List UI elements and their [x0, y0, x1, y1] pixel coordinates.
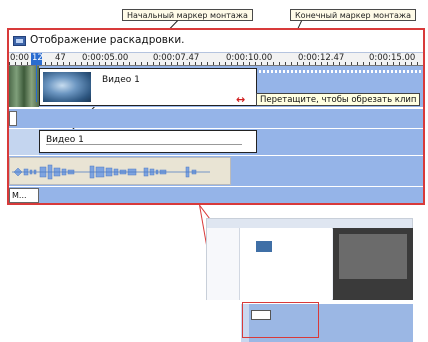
highlight-frame — [7, 28, 425, 205]
end-marker-callout: Конечный маркер монтажа — [290, 9, 416, 21]
thumbnail-focus-frame — [242, 302, 319, 338]
start-marker-callout: Начальный маркер монтажа — [122, 9, 253, 21]
thumbnail-preview-monitor — [333, 228, 413, 300]
thumbnail-window — [206, 218, 413, 300]
thumbnail-collection-pane — [240, 228, 332, 300]
thumbnail-media-item — [256, 241, 272, 252]
thumbnail-preview-screen — [339, 234, 407, 279]
thumbnail-task-pane — [207, 228, 240, 300]
